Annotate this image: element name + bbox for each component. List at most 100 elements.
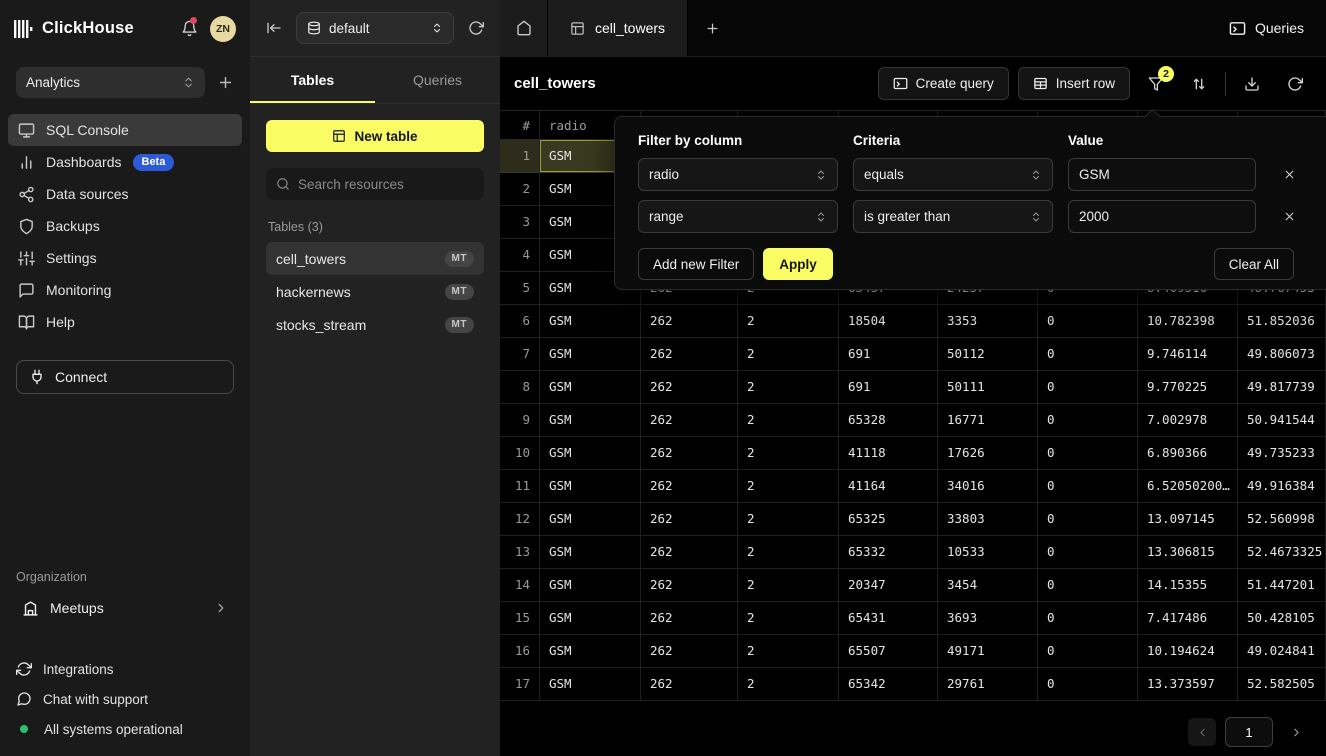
page-number-input[interactable] (1225, 717, 1273, 747)
table-cell[interactable]: 3693 (938, 602, 1038, 635)
table-cell[interactable]: 7.417486 (1138, 602, 1238, 635)
table-cell[interactable]: 17626 (938, 437, 1038, 470)
table-cell[interactable]: 0 (1038, 338, 1138, 371)
table-cell[interactable]: 34016 (938, 470, 1038, 503)
table-cell[interactable]: 49171 (938, 635, 1038, 668)
table-cell[interactable]: 0 (1038, 635, 1138, 668)
table-cell[interactable]: 14.15355 (1138, 569, 1238, 602)
queries-button[interactable]: Queries (1207, 0, 1326, 56)
table-cell[interactable]: 51.852036 (1238, 305, 1326, 338)
remove-filter-icon[interactable] (1283, 168, 1296, 181)
new-tab-button[interactable] (688, 0, 736, 56)
table-cell[interactable]: GSM (540, 536, 641, 569)
table-cell[interactable]: 2 (738, 404, 839, 437)
table-cell[interactable]: 6.890366 (1138, 437, 1238, 470)
table-cell[interactable]: GSM (540, 635, 641, 668)
filter-value-input[interactable] (1068, 200, 1256, 233)
table-cell[interactable]: 51.447201 (1238, 569, 1326, 602)
table-cell[interactable]: 2 (738, 503, 839, 536)
insert-row-button[interactable]: Insert row (1018, 67, 1130, 100)
table-cell[interactable]: 49.806073 (1238, 338, 1326, 371)
table-cell[interactable]: GSM (540, 338, 641, 371)
table-cell[interactable]: GSM (540, 371, 641, 404)
workspace-selector[interactable]: Analytics (16, 67, 205, 98)
footer-item-integrations[interactable]: Integrations (16, 654, 234, 684)
table-cell[interactable]: 0 (1038, 569, 1138, 602)
table-cell[interactable]: 0 (1038, 305, 1138, 338)
table-cell[interactable]: 65431 (839, 602, 938, 635)
table-cell[interactable]: 3454 (938, 569, 1038, 602)
sidebar-item-data-sources[interactable]: Data sources (8, 178, 242, 210)
table-cell[interactable]: 262 (641, 503, 738, 536)
table-cell[interactable]: 2 (738, 569, 839, 602)
table-cell[interactable]: GSM (540, 668, 641, 701)
add-service-button[interactable] (217, 74, 234, 91)
table-cell[interactable]: 52.582505 (1238, 668, 1326, 701)
notifications-bell-icon[interactable] (176, 16, 202, 42)
create-query-button[interactable]: Create query (878, 67, 1009, 100)
table-cell[interactable]: 2 (738, 437, 839, 470)
table-cell[interactable]: 65332 (839, 536, 938, 569)
collapse-panel-icon[interactable] (266, 20, 282, 36)
sidebar-item-dashboards[interactable]: Dashboards Beta (8, 146, 242, 178)
table-cell[interactable]: 262 (641, 338, 738, 371)
table-cell[interactable]: 0 (1038, 437, 1138, 470)
table-cell[interactable]: 0 (1038, 668, 1138, 701)
table-cell[interactable]: 0 (1038, 404, 1138, 437)
table-cell[interactable]: 262 (641, 437, 738, 470)
table-cell[interactable]: 10533 (938, 536, 1038, 569)
table-cell[interactable]: GSM (540, 470, 641, 503)
table-cell[interactable]: 9.770225 (1138, 371, 1238, 404)
table-cell[interactable]: 0 (1038, 470, 1138, 503)
table-cell[interactable]: 9.746114 (1138, 338, 1238, 371)
table-cell[interactable]: 262 (641, 371, 738, 404)
filter-value-input[interactable] (1068, 158, 1256, 191)
sidebar-item-backups[interactable]: Backups (8, 210, 242, 242)
table-cell[interactable]: 2 (738, 371, 839, 404)
table-cell[interactable]: 6.52050200… (1138, 470, 1238, 503)
table-cell[interactable]: 49.024841 (1238, 635, 1326, 668)
filter-column-select[interactable]: radio (638, 158, 838, 191)
sidebar-item-help[interactable]: Help (8, 306, 242, 338)
footer-item-system-status[interactable]: All systems operational (16, 714, 234, 744)
table-cell[interactable]: 65507 (839, 635, 938, 668)
next-page-button[interactable] (1282, 718, 1310, 746)
table-cell[interactable]: 691 (839, 338, 938, 371)
database-selector[interactable]: default (296, 12, 454, 44)
table-cell[interactable]: 52.560998 (1238, 503, 1326, 536)
filter-button[interactable]: 2 (1139, 67, 1173, 100)
table-cell[interactable]: 13.373597 (1138, 668, 1238, 701)
search-input[interactable] (298, 177, 475, 192)
table-cell[interactable]: 2 (738, 536, 839, 569)
table-cell[interactable]: 10.782398 (1138, 305, 1238, 338)
table-cell[interactable]: 29761 (938, 668, 1038, 701)
table-cell[interactable]: 262 (641, 404, 738, 437)
table-cell[interactable]: 13.097145 (1138, 503, 1238, 536)
table-cell[interactable]: 41164 (839, 470, 938, 503)
sort-button[interactable] (1182, 67, 1216, 100)
sidebar-item-settings[interactable]: Settings (8, 242, 242, 274)
table-cell[interactable]: GSM (540, 404, 641, 437)
new-table-button[interactable]: New table (266, 120, 484, 152)
sidebar-item-sql-console[interactable]: SQL Console (8, 114, 242, 146)
table-cell[interactable]: 262 (641, 470, 738, 503)
tab-cell-towers[interactable]: cell_towers (548, 0, 688, 56)
table-cell[interactable]: 49.735233 (1238, 437, 1326, 470)
table-cell[interactable]: 18504 (839, 305, 938, 338)
table-list-item-stocks-stream[interactable]: stocks_stream MT (266, 308, 484, 341)
refresh-tables-icon[interactable] (468, 20, 484, 36)
table-cell[interactable]: 3353 (938, 305, 1038, 338)
table-cell[interactable]: 10.194624 (1138, 635, 1238, 668)
table-cell[interactable]: 50111 (938, 371, 1038, 404)
table-cell[interactable]: 262 (641, 668, 738, 701)
refresh-data-button[interactable] (1278, 67, 1312, 100)
filter-criteria-select[interactable]: equals (853, 158, 1053, 191)
table-cell[interactable]: 52.4673325 (1238, 536, 1326, 569)
filter-criteria-select[interactable]: is greater than (853, 200, 1053, 233)
table-cell[interactable]: GSM (540, 602, 641, 635)
table-cell[interactable]: 13.306815 (1138, 536, 1238, 569)
table-cell[interactable]: 50112 (938, 338, 1038, 371)
table-cell[interactable]: 2 (738, 305, 839, 338)
table-cell[interactable]: 41118 (839, 437, 938, 470)
table-cell[interactable]: 50.428105 (1238, 602, 1326, 635)
